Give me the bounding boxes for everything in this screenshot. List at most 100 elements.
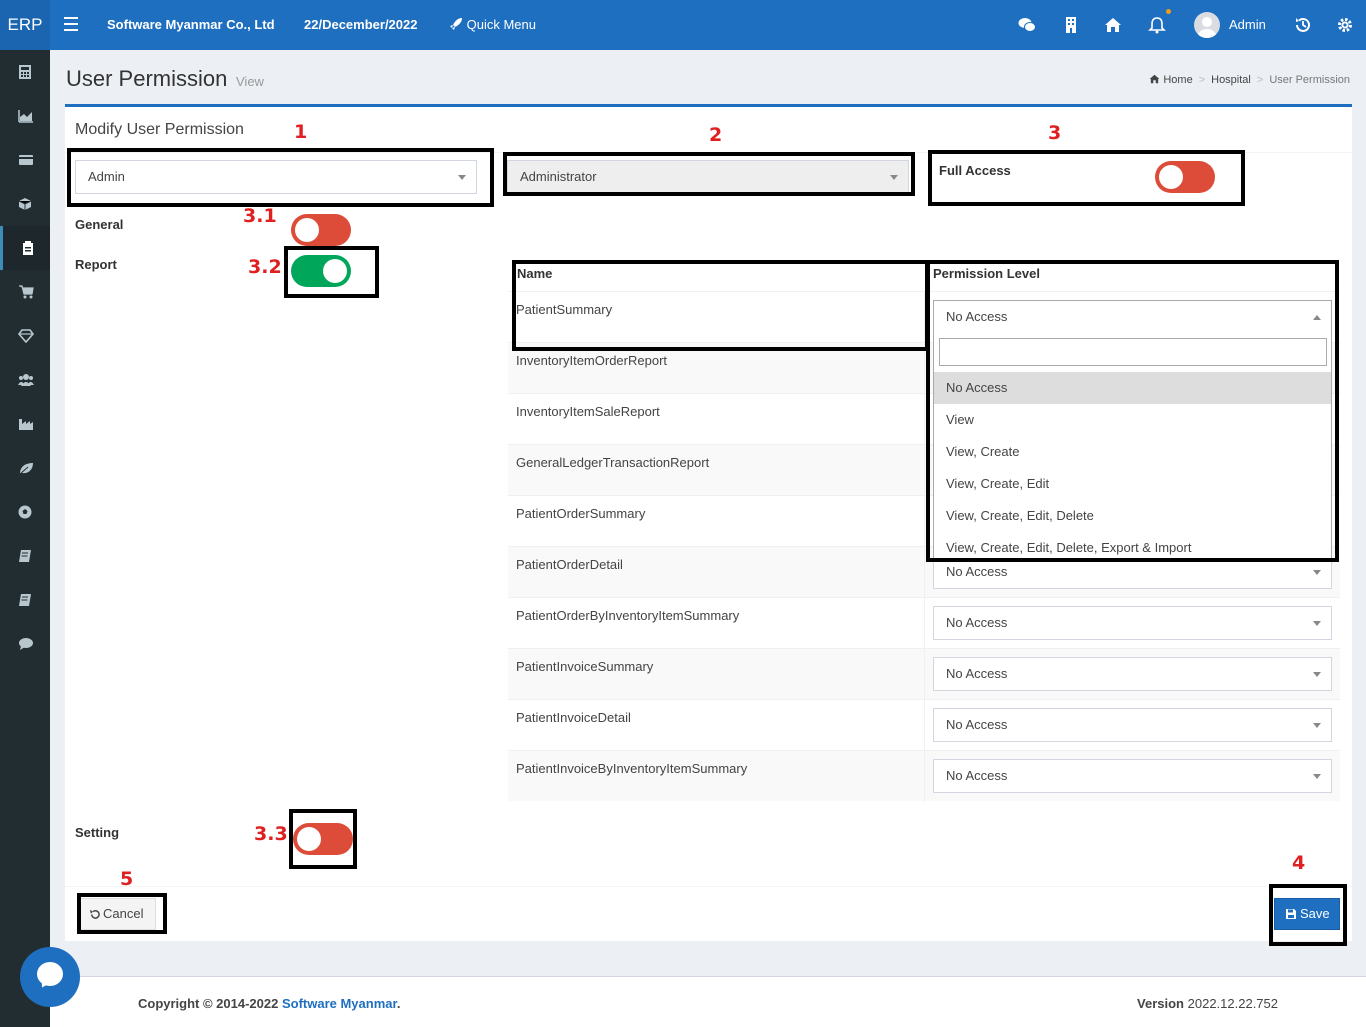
home-icon[interactable] — [1104, 16, 1122, 34]
sidebar-item-soccer[interactable] — [0, 490, 50, 534]
user-avatar[interactable] — [1194, 12, 1220, 38]
annotation-label-3-2: 3.2 — [248, 256, 282, 278]
sidebar-item-cart[interactable] — [0, 270, 50, 314]
annotation-box-2 — [503, 152, 915, 196]
wechat-icon[interactable] — [1018, 16, 1036, 34]
chat-widget-button[interactable] — [20, 947, 80, 1007]
row-name: InventoryItemSaleReport — [516, 404, 660, 419]
section-label-report: Report — [75, 257, 117, 272]
version-label: Version — [1137, 996, 1184, 1011]
sidebar-item-leaf[interactable] — [0, 446, 50, 490]
breadcrumb-current: User Permission — [1269, 74, 1350, 86]
chevron-down-icon — [1313, 774, 1321, 779]
annotation-label-3: 3 — [1048, 122, 1062, 144]
row-name: PatientOrderByInventoryItemSummary — [516, 608, 740, 623]
copyright: Copyright © 2014-2022 Software Myanmar. — [138, 996, 400, 1011]
permission-select-value: No Access — [946, 615, 1008, 630]
soccer-ball-icon — [18, 505, 32, 519]
section-label-general: General — [75, 217, 124, 232]
annotation-box-5 — [77, 893, 167, 934]
row-name: PatientOrderDetail — [516, 557, 623, 572]
permission-select-value: No Access — [946, 666, 1008, 681]
breadcrumb: Home > Hospital > User Permission — [1149, 74, 1350, 86]
page-title: User Permission — [66, 66, 228, 91]
sidebar-item-users[interactable] — [0, 358, 50, 402]
box-title: Modify User Permission — [75, 121, 244, 138]
permission-select[interactable]: No Access — [933, 759, 1332, 793]
permission-select[interactable]: No Access — [933, 657, 1332, 691]
chevron-down-icon — [1313, 723, 1321, 728]
credit-card-icon — [19, 155, 33, 165]
section-label-setting: Setting — [75, 825, 120, 840]
breadcrumb-hospital[interactable]: Hospital — [1211, 74, 1251, 86]
sidebar-item-industry[interactable] — [0, 402, 50, 446]
version: Version 2022.12.22.752 — [1137, 996, 1278, 1011]
shopping-cart-icon — [19, 285, 34, 299]
sidebar — [0, 50, 50, 1027]
annotation-box-table-header — [512, 260, 929, 351]
sidebar-item-area-chart[interactable] — [0, 94, 50, 138]
annotation-label-3-1: 3.1 — [243, 205, 277, 227]
app-logo[interactable]: ERP — [0, 0, 50, 50]
calculator-icon — [19, 65, 31, 79]
building-icon[interactable] — [1062, 16, 1080, 34]
row-name: InventoryItemOrderReport — [516, 353, 668, 368]
toggle-knob — [295, 218, 319, 242]
book-icon — [19, 594, 31, 606]
home-icon — [1149, 74, 1160, 84]
annotation-label-1: 1 — [294, 121, 308, 143]
sidebar-item-cube[interactable] — [0, 182, 50, 226]
clipboard-icon — [23, 241, 33, 255]
user-name[interactable]: Admin — [1229, 17, 1266, 32]
permission-select-value: No Access — [946, 717, 1008, 732]
general-toggle[interactable] — [291, 214, 351, 246]
row-name: GeneralLedgerTransactionReport — [516, 455, 710, 470]
notification-dot — [1166, 9, 1171, 14]
permission-select-value: No Access — [946, 768, 1008, 783]
book-icon — [19, 550, 31, 562]
page-subtitle: View — [236, 74, 264, 89]
quick-menu-button[interactable]: Quick Menu — [449, 17, 536, 32]
sidebar-item-clipboard[interactable] — [0, 226, 50, 270]
copyright-link[interactable]: Software Myanmar — [282, 996, 397, 1011]
annotation-label-2: 2 — [709, 124, 723, 146]
sidebar-item-book-2[interactable] — [0, 578, 50, 622]
copyright-prefix: Copyright © 2014-2022 — [138, 996, 282, 1011]
sidebar-item-calculator[interactable] — [0, 50, 50, 94]
annotation-box-1 — [67, 148, 494, 207]
row-name: PatientInvoiceByInventoryItemSummary — [516, 761, 748, 776]
history-icon[interactable] — [1294, 16, 1312, 34]
annotation-box-3 — [928, 150, 1245, 206]
chevron-down-icon — [1313, 621, 1321, 626]
chevron-down-icon — [1313, 570, 1321, 575]
version-value: 2022.12.22.752 — [1187, 996, 1278, 1011]
permission-select[interactable]: No Access — [933, 708, 1332, 742]
sidebar-item-comment[interactable] — [0, 622, 50, 666]
page-footer: Copyright © 2014-2022 Software Myanmar. … — [50, 976, 1366, 1027]
row-name: PatientInvoiceDetail — [516, 710, 631, 725]
sidebar-item-diamond[interactable] — [0, 314, 50, 358]
quick-menu-label: Quick Menu — [466, 17, 536, 32]
annotation-box-3-2 — [284, 246, 379, 298]
company-name: Software Myanmar Co., Ltd — [107, 17, 275, 32]
gear-icon[interactable] — [1336, 16, 1354, 34]
leaf-icon — [19, 463, 33, 475]
diamond-icon — [18, 329, 34, 343]
sidebar-item-book[interactable] — [0, 534, 50, 578]
breadcrumb-home[interactable]: Home — [1163, 74, 1192, 86]
permission-select[interactable]: No Access — [933, 606, 1332, 640]
bell-icon[interactable] — [1148, 16, 1166, 34]
copyright-suffix: . — [396, 996, 401, 1011]
hamburger-menu-icon[interactable] — [64, 17, 78, 31]
current-date: 22/December/2022 — [304, 17, 418, 32]
area-chart-icon — [18, 110, 33, 123]
annotation-label-3-3: 3.3 — [254, 823, 288, 845]
divider — [65, 886, 1352, 887]
annotation-label-4: 4 — [1292, 852, 1306, 874]
cube-icon — [18, 198, 32, 210]
annotation-box-dropdown — [926, 260, 1339, 562]
annotation-box-4 — [1269, 884, 1347, 946]
row-name: PatientInvoiceSummary — [516, 659, 654, 674]
sidebar-item-credit-card[interactable] — [0, 138, 50, 182]
row-name: PatientOrderSummary — [516, 506, 646, 521]
